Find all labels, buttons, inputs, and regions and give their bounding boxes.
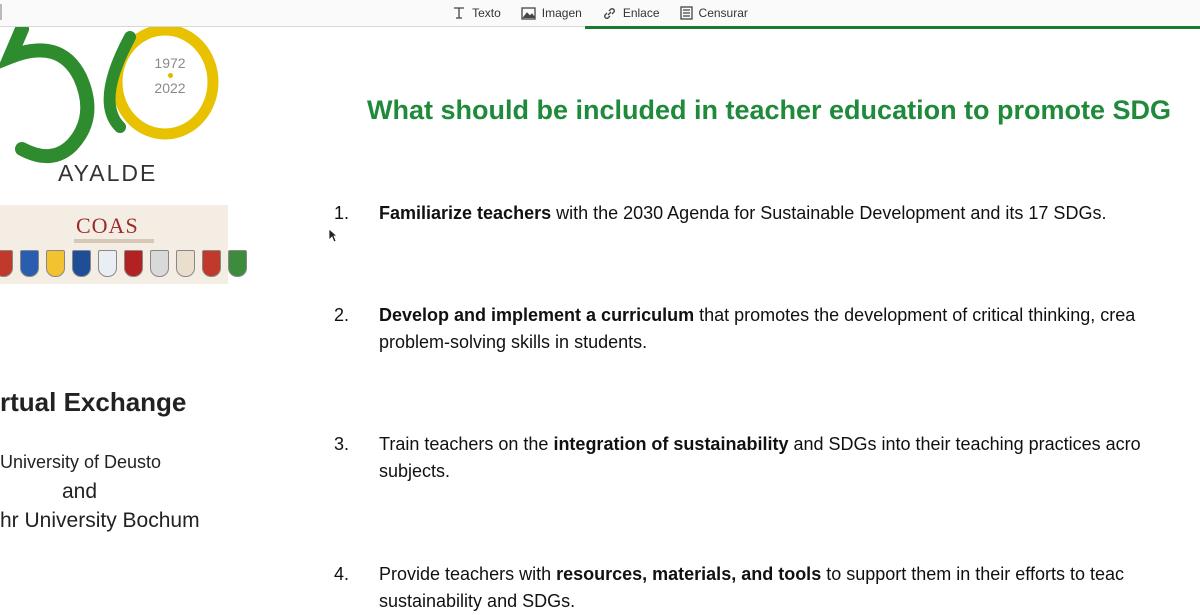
shield-icon [150, 250, 169, 277]
partner-deusto: University of Deusto [0, 452, 162, 472]
shield-icon [20, 250, 39, 277]
toolbar-edge [0, 4, 2, 20]
coas-logo: COAS [0, 205, 247, 284]
item-number: 2. [334, 305, 350, 325]
censurar-button[interactable]: Censurar [679, 6, 748, 20]
item-number: 4. [334, 564, 350, 584]
shield-icon [98, 250, 117, 277]
partner-bochum: hr University Bochum [0, 509, 200, 532]
year-start: 1972 [154, 55, 186, 71]
item-line2: subjects. [379, 461, 451, 481]
coat-of-arms-row [0, 250, 254, 277]
enlace-label: Enlace [622, 6, 660, 20]
item-rest: that promotes the development of critica… [694, 305, 1136, 325]
ayalde-wordmark: AYALDE [58, 160, 158, 186]
logo-dot [167, 73, 173, 78]
item-text: Train teachers on the integration of sus… [379, 431, 1200, 485]
shield-icon [228, 250, 247, 277]
year-end: 2022 [154, 80, 186, 96]
coas-title: COAS [76, 213, 139, 238]
item-rest: to support them in their efforts to teac [821, 564, 1125, 584]
item-text: Develop and implement a curriculum that … [379, 302, 1200, 356]
image-icon [521, 6, 536, 20]
redact-icon [679, 6, 693, 20]
text-cursor-icon [454, 7, 465, 19]
shield-icon [202, 250, 221, 277]
logo-years: 1972 2022 [140, 55, 200, 97]
shield-icon [124, 250, 143, 277]
item-bold: Familiarize teachers [379, 203, 552, 223]
enlace-button[interactable]: Enlace [602, 6, 660, 21]
item-pre: Train teachers on the [379, 434, 554, 454]
shield-icon [46, 250, 65, 277]
mouse-cursor-icon [328, 228, 338, 243]
link-icon [603, 7, 615, 19]
coas-subtitle-line [74, 239, 154, 243]
active-indicator-bar [585, 26, 1200, 29]
item-rest: and SDGs into their teaching practices a… [788, 434, 1141, 454]
item-bold: Develop and implement a curriculum [379, 305, 695, 325]
item-text: Familiarize teachers with the 2030 Agend… [379, 200, 1200, 227]
shield-icon [72, 250, 91, 277]
texto-button[interactable]: Texto [452, 6, 501, 20]
slide-sidebar: 1972 2022 AYALDE COAS rtual Exchange Uni… [0, 27, 300, 598]
item-number: 1. [334, 203, 350, 223]
item-bold: resources, materials, and tools [556, 564, 822, 584]
item-text: Provide teachers with resources, materia… [379, 561, 1200, 615]
top-toolbar: Texto Imagen Enlace Censurar [0, 0, 1200, 27]
censurar-label: Censurar [698, 6, 748, 20]
item-line2: sustainability and SDGs. [379, 591, 576, 611]
item-pre: Provide teachers with [379, 564, 557, 584]
item-line2: problem-solving skills in students. [379, 332, 648, 352]
item-number: 3. [334, 434, 350, 454]
texto-label: Texto [472, 6, 501, 20]
virtual-exchange-title: rtual Exchange [0, 387, 187, 417]
slide-heading: What should be included in teacher educa… [367, 95, 1172, 125]
item-bold: integration of sustainability [553, 434, 789, 454]
shield-icon [0, 250, 13, 277]
imagen-button[interactable]: Imagen [521, 6, 582, 20]
shield-icon [176, 250, 195, 277]
partner-and: and [62, 480, 98, 503]
imagen-label: Imagen [541, 6, 582, 20]
item-rest: with the 2030 Agenda for Sustainable Dev… [551, 203, 1107, 223]
